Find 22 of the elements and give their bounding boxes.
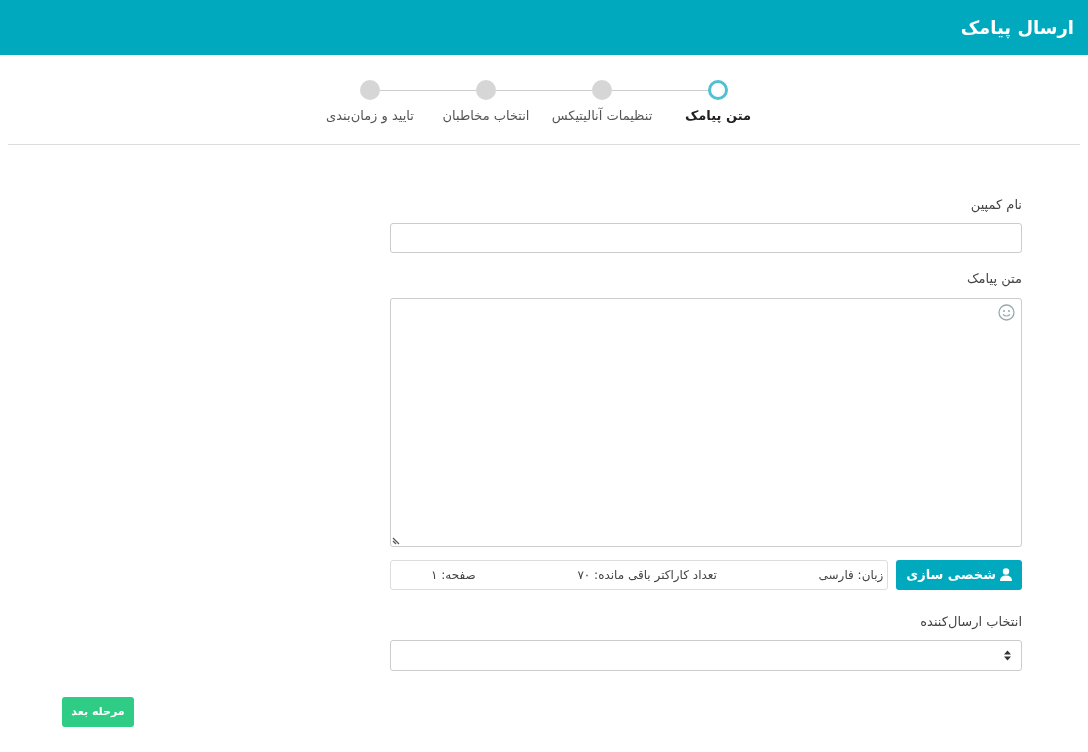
step-indicator[interactable] — [360, 80, 380, 100]
page-title: ارسال پیامک — [960, 16, 1074, 41]
field-label: انتخاب ارسال‌کننده — [919, 612, 1022, 631]
remaining-characters-text: تعداد کاراکتر باقی مانده: ۷۰ — [577, 566, 717, 584]
next-step-button[interactable]: مرحله بعد — [62, 697, 134, 727]
sender-select[interactable] — [390, 640, 1022, 671]
step-indicator[interactable] — [708, 80, 728, 100]
language-text: زبان: فارسی — [818, 566, 884, 584]
sort-caret-icon — [1004, 650, 1011, 661]
step-label: تنظیمات آنالیتیکس — [551, 106, 653, 126]
page-count-text: صفحه: ۱ — [431, 566, 476, 584]
personalize-button[interactable]: شخصی سازی — [896, 559, 1022, 590]
field-label: نام کمپین — [969, 195, 1022, 214]
step-indicator[interactable] — [476, 80, 496, 100]
step-label: تایید و زمان‌بندی — [326, 107, 414, 126]
step-label: متن پیامک — [685, 107, 751, 125]
step-label: انتخاب مخاطبان — [442, 107, 530, 125]
campaign-name-input[interactable] — [390, 223, 1022, 253]
step-indicator[interactable] — [592, 80, 612, 100]
emoji-icon[interactable] — [998, 303, 1015, 321]
field-label: متن پیامک — [966, 270, 1022, 289]
user-icon — [1000, 568, 1012, 581]
